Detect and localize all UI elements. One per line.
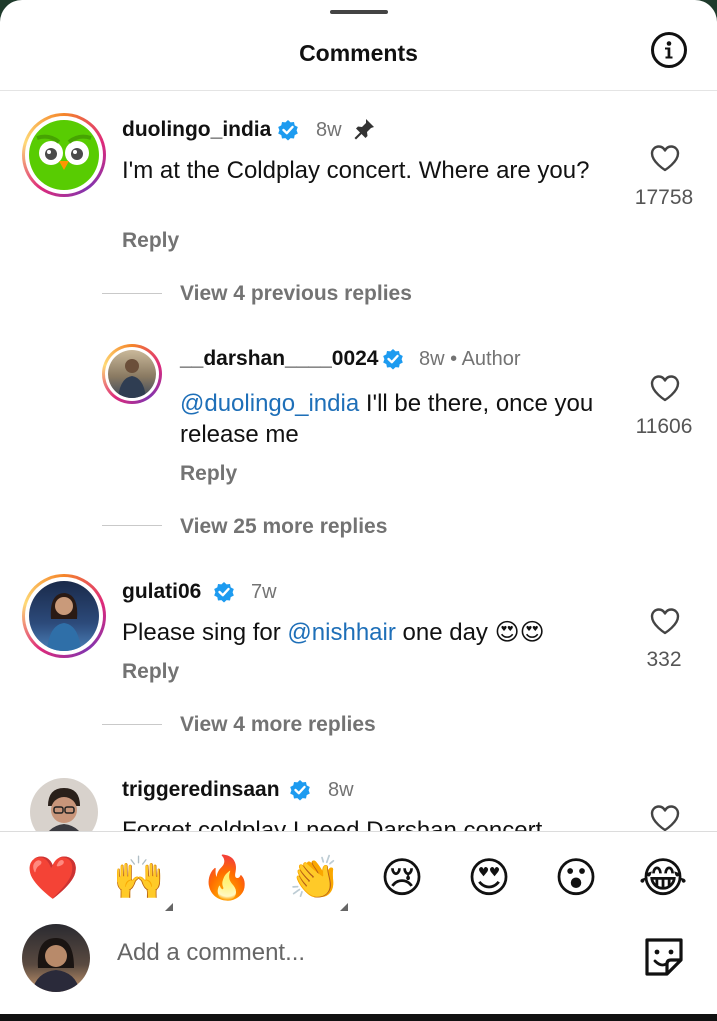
page-title: Comments [299,40,418,66]
emoji-raised-hands[interactable]: 🙌 [112,853,166,903]
sticker-icon[interactable] [641,934,687,980]
like-heart-icon[interactable] [649,606,681,636]
avatar-gulati06[interactable] [22,574,106,658]
verified-badge-icon [290,780,310,801]
person-photo-icon [118,359,146,398]
like-count: 332 [646,648,682,671]
emoji-heart-eyes[interactable]: 😍 [462,853,516,903]
person-photo-icon [47,593,81,651]
reply-text: @duolingo_india I'll be there, once you … [180,390,594,448]
comment-username[interactable]: triggeredinsaan [122,778,280,802]
system-nav-bar [0,1014,717,1021]
comment-text: Please sing for @nishhair one day 😍😍 [122,619,545,646]
view-previous-replies[interactable]: View 4 previous replies [180,282,412,306]
like-heart-icon[interactable] [649,803,681,833]
comment-username[interactable]: duolingo_india [122,118,271,142]
view-more-replies[interactable]: View 4 more replies [180,713,376,737]
info-button[interactable] [651,32,687,68]
comment-time: 8w [328,779,354,801]
thread-divider [102,293,162,294]
comment-input[interactable] [115,938,619,968]
mention-link[interactable]: @duolingo_india [180,390,359,417]
emoji-fire[interactable]: 🔥 [200,853,254,903]
reply-button[interactable]: Reply [122,660,179,684]
avatar-darshan[interactable] [102,344,162,404]
thread-divider [102,525,162,526]
like-count: 11606 [635,415,693,438]
emoji-clapping-hands[interactable]: 👏 [288,853,342,903]
composer-area [0,832,717,1014]
comments-sheet: Comments duolingo_india 8w I'm at the Co… [0,0,717,1014]
comment-time: 8w [316,119,342,141]
person-photo-icon [32,938,80,992]
verified-badge-icon [214,582,234,603]
verified-badge-icon [383,349,403,370]
emoji-heart[interactable]: ❤️ [26,853,80,903]
skin-tone-indicator [165,903,173,911]
current-user-avatar [22,924,90,992]
reply-username[interactable]: __darshan____0024 [180,347,379,371]
like-heart-icon[interactable] [649,143,681,173]
reply-button[interactable]: Reply [122,229,179,253]
thread-divider [102,724,162,725]
comment-username[interactable]: gulati06 [122,580,201,604]
composer-divider [0,831,717,832]
avatar-duolingo-india[interactable] [22,113,106,197]
comment-time: 7w [251,581,277,603]
comment-text: I'm at the Coldplay concert. Where are y… [122,157,590,184]
emoji-surprised-face[interactable]: 😮 [549,853,603,903]
view-more-replies[interactable]: View 25 more replies [180,515,387,539]
pin-icon [354,119,374,140]
mention-link[interactable]: @nishhair [287,619,395,646]
info-icon [665,41,673,59]
like-count: 17758 [634,186,694,209]
reply-time: 8w • Author [419,348,521,370]
drag-handle[interactable] [330,10,388,14]
header-divider [0,90,717,91]
emoji-crying-face[interactable]: 😢 [375,853,429,903]
reply-button[interactable]: Reply [180,462,237,486]
verified-badge-icon [278,120,298,141]
emoji-laughing-face[interactable]: 😂 [636,853,690,903]
like-heart-icon[interactable] [649,373,681,403]
owl-mascot-icon [36,134,92,170]
author-tag: Author [461,348,521,370]
skin-tone-indicator [340,903,348,911]
